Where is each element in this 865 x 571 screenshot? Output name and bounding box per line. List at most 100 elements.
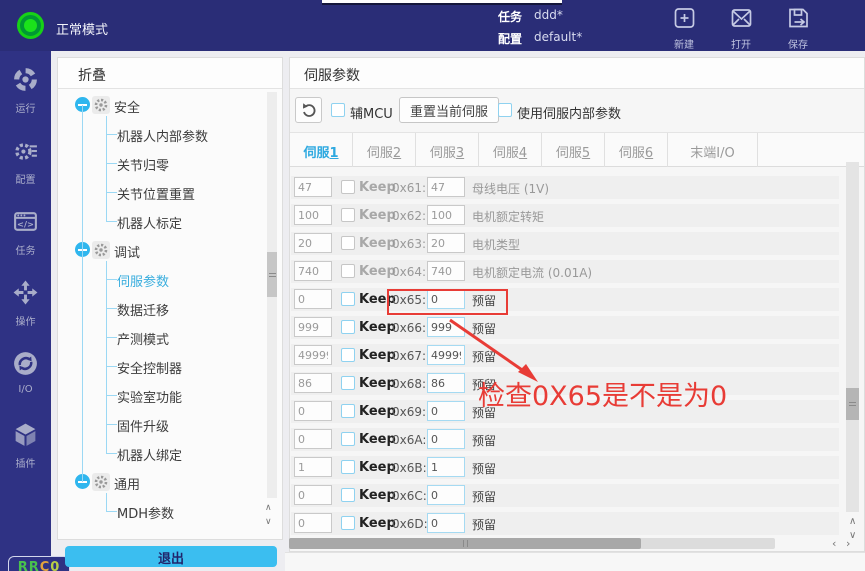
sidebar-item-operate[interactable]: 操作	[0, 279, 51, 328]
sidebar-item-task[interactable]: </>任务	[0, 208, 51, 257]
keep-checkbox[interactable]	[341, 376, 355, 390]
reset-current-servo-button[interactable]: 重置当前伺服	[399, 97, 499, 123]
main-scroll-up-icon[interactable]: ∧	[849, 517, 856, 526]
param-input-value[interactable]	[427, 233, 465, 253]
sidebar-item-io[interactable]: I/O	[0, 350, 51, 395]
tree-group-1[interactable]: 调试	[114, 242, 140, 264]
keep-checkbox[interactable]	[341, 320, 355, 334]
tree-scroll-down-icon[interactable]: ∨	[265, 518, 272, 527]
h-scroll-right-icon[interactable]: ›	[846, 539, 850, 548]
keep-label: Keep	[359, 180, 396, 195]
new-button[interactable]: 新建	[662, 6, 706, 51]
tree-item-1-2[interactable]: 产测模式	[117, 329, 169, 351]
param-input-value[interactable]	[427, 485, 465, 505]
sidebar-item-plugin[interactable]: 插件	[0, 421, 51, 470]
refresh-button[interactable]	[295, 97, 322, 123]
refresh-icon	[300, 101, 318, 119]
param-input-value[interactable]	[427, 205, 465, 225]
tree-item-0-0[interactable]: 机器人内部参数	[117, 126, 208, 148]
param-input-value[interactable]	[427, 261, 465, 281]
gear-icon	[92, 241, 110, 259]
tree-item-1-4[interactable]: 实验室功能	[117, 387, 182, 409]
keep-checkbox[interactable]	[341, 404, 355, 418]
tree-group-0[interactable]: 安全	[114, 97, 140, 119]
keep-checkbox[interactable]	[341, 292, 355, 306]
param-input-left[interactable]	[294, 261, 332, 281]
tree-panel-title: 折叠	[58, 58, 282, 89]
keep-checkbox[interactable]	[341, 180, 355, 194]
param-input-value[interactable]	[427, 429, 465, 449]
keep-checkbox[interactable]	[341, 236, 355, 250]
param-input-left[interactable]	[294, 429, 332, 449]
param-input-value[interactable]	[427, 457, 465, 477]
param-input-left[interactable]	[294, 457, 332, 477]
save-button[interactable]: 保存	[776, 6, 820, 51]
keep-checkbox[interactable]	[341, 488, 355, 502]
tree-item-1-5[interactable]: 固件升级	[117, 416, 169, 438]
keep-checkbox[interactable]	[341, 264, 355, 278]
tab-servo-6[interactable]: 伺服6	[605, 133, 668, 167]
tab-servo-4[interactable]: 伺服4	[479, 133, 542, 167]
exit-button[interactable]: 退出	[65, 546, 277, 567]
keep-checkbox[interactable]	[341, 460, 355, 474]
keep-checkbox[interactable]	[341, 516, 355, 530]
tree-scrollbar-thumb[interactable]	[267, 252, 277, 297]
tree-item-1-3[interactable]: 安全控制器	[117, 358, 182, 380]
tree-scrollbar[interactable]	[267, 92, 277, 498]
sidebar-item-config[interactable]: 配置	[0, 137, 51, 186]
keep-label: Keep	[359, 404, 396, 419]
tree-item-0-2[interactable]: 关节位置重置	[117, 184, 195, 206]
param-input-left[interactable]	[294, 373, 332, 393]
tree-item-2-0[interactable]: MDH参数	[117, 503, 174, 525]
param-input-left[interactable]	[294, 317, 332, 337]
gear-icon	[92, 96, 110, 114]
tree-item-0-3[interactable]: 机器人标定	[117, 213, 182, 235]
tree-item-0-1[interactable]: 关节归零	[117, 155, 169, 177]
tree-group-2[interactable]: 通用	[114, 474, 140, 496]
param-input-left[interactable]	[294, 513, 332, 533]
main-scrollbar-vertical[interactable]	[846, 162, 859, 512]
status-char: R	[18, 560, 29, 571]
sidebar-item-label: I/O	[0, 384, 51, 395]
tree-item-1-0[interactable]: 伺服参数	[117, 271, 169, 293]
tab-servo-5[interactable]: 伺服5	[542, 133, 605, 167]
tab-servo-2[interactable]: 伺服2	[353, 133, 416, 167]
tab-number: 3	[456, 146, 464, 161]
param-input-left[interactable]	[294, 289, 332, 309]
tree-branch-line	[106, 366, 117, 367]
tree-item-1-1[interactable]: 数据迁移	[117, 300, 169, 322]
open-button[interactable]: 打开	[719, 6, 763, 51]
keep-checkbox[interactable]	[341, 208, 355, 222]
main-scrollbar-thumb[interactable]	[846, 388, 859, 420]
param-input-left[interactable]	[294, 485, 332, 505]
keep-label: Keep	[359, 264, 396, 279]
param-address: 0x6D:	[392, 517, 428, 531]
param-input-left[interactable]	[294, 205, 332, 225]
tab-number: 5	[582, 146, 590, 161]
main-panel-title: 伺服参数	[290, 58, 864, 89]
param-input-left[interactable]	[294, 345, 332, 365]
param-input-value[interactable]	[427, 177, 465, 197]
h-scrollbar-thumb[interactable]	[289, 538, 641, 549]
tab-servo-end-io[interactable]: 末端I/O	[668, 133, 758, 167]
tree-group-line	[106, 493, 107, 511]
tab-servo-1[interactable]: 伺服1	[290, 133, 353, 167]
h-scroll-left-icon[interactable]: ‹	[832, 539, 836, 548]
param-input-left[interactable]	[294, 177, 332, 197]
param-address: 0x66:	[392, 321, 426, 335]
sidebar-item-label: 插件	[0, 455, 51, 470]
use-internal-params-checkbox[interactable]	[498, 103, 512, 117]
keep-checkbox[interactable]	[341, 432, 355, 446]
keep-label: Keep	[359, 432, 396, 447]
param-input-left[interactable]	[294, 233, 332, 253]
param-input-value[interactable]	[427, 401, 465, 421]
tree-scroll-up-icon[interactable]: ∧	[265, 504, 272, 513]
tab-servo-3[interactable]: 伺服3	[416, 133, 479, 167]
h-scrollbar[interactable]	[289, 538, 775, 549]
aux-mcu-checkbox[interactable]	[331, 103, 345, 117]
keep-checkbox[interactable]	[341, 348, 355, 362]
param-input-left[interactable]	[294, 401, 332, 421]
param-input-value[interactable]	[427, 513, 465, 533]
sidebar-item-run[interactable]: 运行	[0, 66, 51, 115]
tree-item-1-6[interactable]: 机器人绑定	[117, 445, 182, 467]
